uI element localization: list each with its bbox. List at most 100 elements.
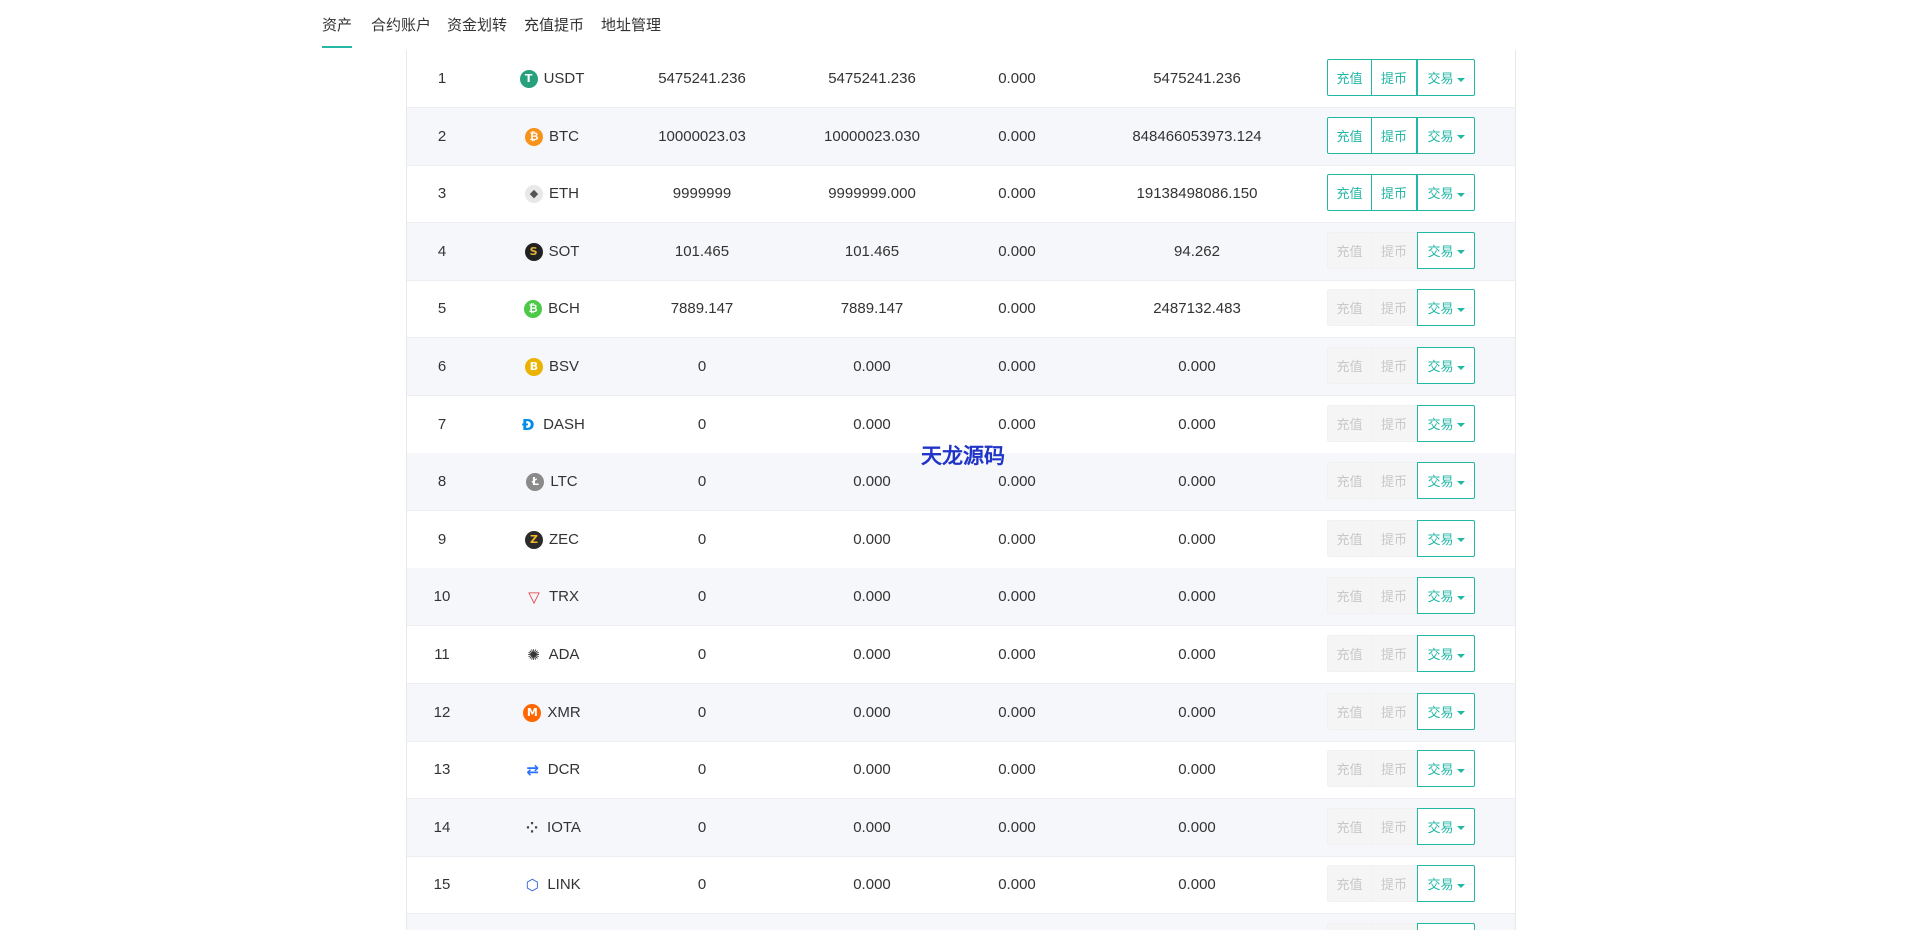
deposit-button[interactable]: 充值	[1327, 750, 1372, 788]
deposit-button[interactable]: 充值	[1327, 692, 1372, 730]
coin-cell: ◆ ETH	[487, 165, 617, 222]
deposit-button[interactable]: 充值	[1327, 347, 1372, 384]
trade-dropdown-button[interactable]: 交易	[1417, 59, 1475, 96]
deposit-button[interactable]: 充值	[1327, 231, 1372, 269]
trade-dropdown-button[interactable]: 交易	[1417, 519, 1475, 557]
deposit-button[interactable]: 充值	[1327, 289, 1372, 327]
coin-cell: B BSV	[487, 338, 617, 395]
withdraw-button[interactable]: 提币	[1372, 923, 1417, 930]
withdraw-button[interactable]: 提币	[1372, 750, 1417, 788]
row-actions: 充值提币交易	[1327, 865, 1475, 903]
deposit-button[interactable]: 充值	[1327, 59, 1372, 96]
deposit-button[interactable]: 充值	[1327, 807, 1372, 845]
frozen-amount: 0.000	[998, 818, 1036, 836]
available-amount: 9999999	[672, 185, 732, 203]
trade-dropdown-button[interactable]: 交易	[1417, 174, 1475, 212]
coin-name: ZEC	[549, 530, 579, 548]
coin-label: M XMR	[523, 703, 581, 723]
caret-down-icon	[1456, 307, 1465, 312]
valuation-amount: 94.262	[1174, 242, 1220, 260]
trade-dropdown-button[interactable]: 交易	[1417, 347, 1475, 384]
asset-table: 1 T USDT 5475241.236 5475241.236 0.000 5475241…	[406, 50, 1516, 930]
withdraw-button[interactable]: 提币	[1372, 635, 1417, 672]
withdraw-button[interactable]: 提币	[1372, 116, 1417, 154]
withdraw-button[interactable]: 提币	[1372, 404, 1417, 442]
row-index: 16	[407, 914, 477, 930]
caret-down-icon	[1456, 250, 1465, 255]
available-amount: 0	[697, 358, 707, 375]
valuation-amount: 0.000	[1178, 761, 1216, 779]
deposit-button[interactable]: 充值	[1327, 116, 1372, 154]
table-row: 1 T USDT 5475241.236 5475241.236 0.000 5475241…	[407, 50, 1515, 108]
withdraw-button[interactable]: 提币	[1372, 174, 1417, 212]
coin-label: Ł LTC	[526, 472, 578, 492]
table-row: 5 ₿ BCH 7889.147 7889.147 0.000 2487132.483 充值提…	[407, 280, 1515, 339]
withdraw-button[interactable]: 提币	[1372, 577, 1417, 615]
available-amount: 0	[697, 761, 707, 779]
tab-assets[interactable]: 资产	[322, 14, 353, 48]
tab-fund-transfer[interactable]: 资金划转	[447, 14, 507, 48]
caret-down-icon	[1456, 711, 1465, 716]
withdraw-button[interactable]: 提币	[1372, 692, 1417, 730]
deposit-button[interactable]: 充值	[1327, 519, 1372, 557]
available-amount: 0	[697, 588, 707, 606]
trade-dropdown-button[interactable]: 交易	[1417, 635, 1475, 672]
tab-address-management[interactable]: 地址管理	[601, 14, 661, 48]
coin-name: LINK	[547, 876, 581, 894]
table-row: 15 ⬡ LINK 0 0.000 0.000 0.000 充值 提币 交易	[407, 856, 1515, 915]
tab-deposit-withdraw[interactable]: 充值提币	[524, 14, 584, 48]
coin-name: USDT	[543, 70, 585, 88]
tab-contract-account[interactable]: 合约账户	[371, 14, 431, 48]
trade-dropdown-button[interactable]: 交易	[1417, 577, 1475, 615]
coin-name: BSV	[548, 358, 579, 376]
trade-dropdown-button[interactable]: 交易	[1417, 231, 1475, 269]
withdraw-button[interactable]: 提币	[1372, 59, 1417, 96]
trade-dropdown-button[interactable]: 交易	[1417, 116, 1475, 154]
withdraw-button[interactable]: 提币	[1372, 519, 1417, 557]
table-row: 3 ◆ ETH 9999999 9999999.000 0.000 19138498086.…	[407, 165, 1515, 224]
table-row: 2 ₿ BTC 10000023.03 10000023.030 0.000 8484660…	[407, 107, 1515, 166]
frozen-amount: 0.000	[998, 127, 1036, 145]
trade-dropdown-button[interactable]: 交易	[1417, 807, 1475, 845]
total-amount: 9999999.000	[828, 185, 916, 203]
row-index: 13	[433, 761, 451, 779]
withdraw-button[interactable]: 提币	[1372, 865, 1417, 903]
row-actions: 充值提币交易	[1327, 116, 1475, 154]
withdraw-button[interactable]: 提币	[1372, 462, 1417, 500]
coin-cell: Z ZEC	[487, 511, 617, 568]
valuation-amount: 5475241.236	[1153, 70, 1241, 87]
deposit-button[interactable]: 充值	[1327, 462, 1372, 500]
trade-dropdown-button[interactable]: 交易	[1417, 923, 1475, 930]
deposit-button[interactable]: 充值	[1327, 923, 1372, 930]
trade-dropdown-button[interactable]: 交易	[1417, 692, 1475, 730]
bitcoin-icon: ₿	[525, 127, 543, 146]
available-amount: 101.465	[674, 242, 730, 260]
row-index: 7	[437, 415, 447, 433]
trade-label: 交易	[1427, 359, 1454, 374]
trade-dropdown-button[interactable]: 交易	[1417, 289, 1475, 327]
table-row: 11 ✺ ADA 0 0.000 0.000 0.000 充值 提币 交易	[407, 626, 1515, 684]
coin-label: Z ZEC	[525, 530, 579, 550]
withdraw-button[interactable]: 提币	[1372, 231, 1417, 269]
deposit-button[interactable]: 充值	[1327, 635, 1372, 672]
deposit-button[interactable]: 充值	[1327, 577, 1372, 615]
frozen-amount: 0.000	[998, 300, 1036, 318]
withdraw-button[interactable]: 提币	[1372, 347, 1417, 384]
table-row: 16XTZM00.0000.0000.000充值提币交易	[407, 914, 1515, 930]
trade-dropdown-button[interactable]: 交易	[1417, 865, 1475, 903]
coin-name: BTC	[549, 127, 579, 145]
trade-label: 交易	[1427, 186, 1454, 202]
trade-dropdown-button[interactable]: 交易	[1417, 462, 1475, 500]
withdraw-button[interactable]: 提币	[1372, 289, 1417, 327]
deposit-button[interactable]: 充值	[1327, 404, 1372, 442]
trade-dropdown-button[interactable]: 交易	[1417, 404, 1475, 442]
total-amount: 10000023.030	[824, 127, 920, 145]
deposit-button[interactable]: 充值	[1327, 865, 1372, 903]
table-row: 4 S SOT 101.465 101.465 0.000 94.262 充值 提币 交易	[407, 222, 1515, 281]
withdraw-button[interactable]: 提币	[1372, 807, 1417, 845]
deposit-button[interactable]: 充值	[1327, 174, 1372, 212]
trade-dropdown-button[interactable]: 交易	[1417, 750, 1475, 788]
caret-down-icon	[1456, 135, 1465, 140]
coin-label: ✺ ADA	[525, 645, 579, 665]
coin-cell: ⇄ DCR	[487, 741, 617, 798]
